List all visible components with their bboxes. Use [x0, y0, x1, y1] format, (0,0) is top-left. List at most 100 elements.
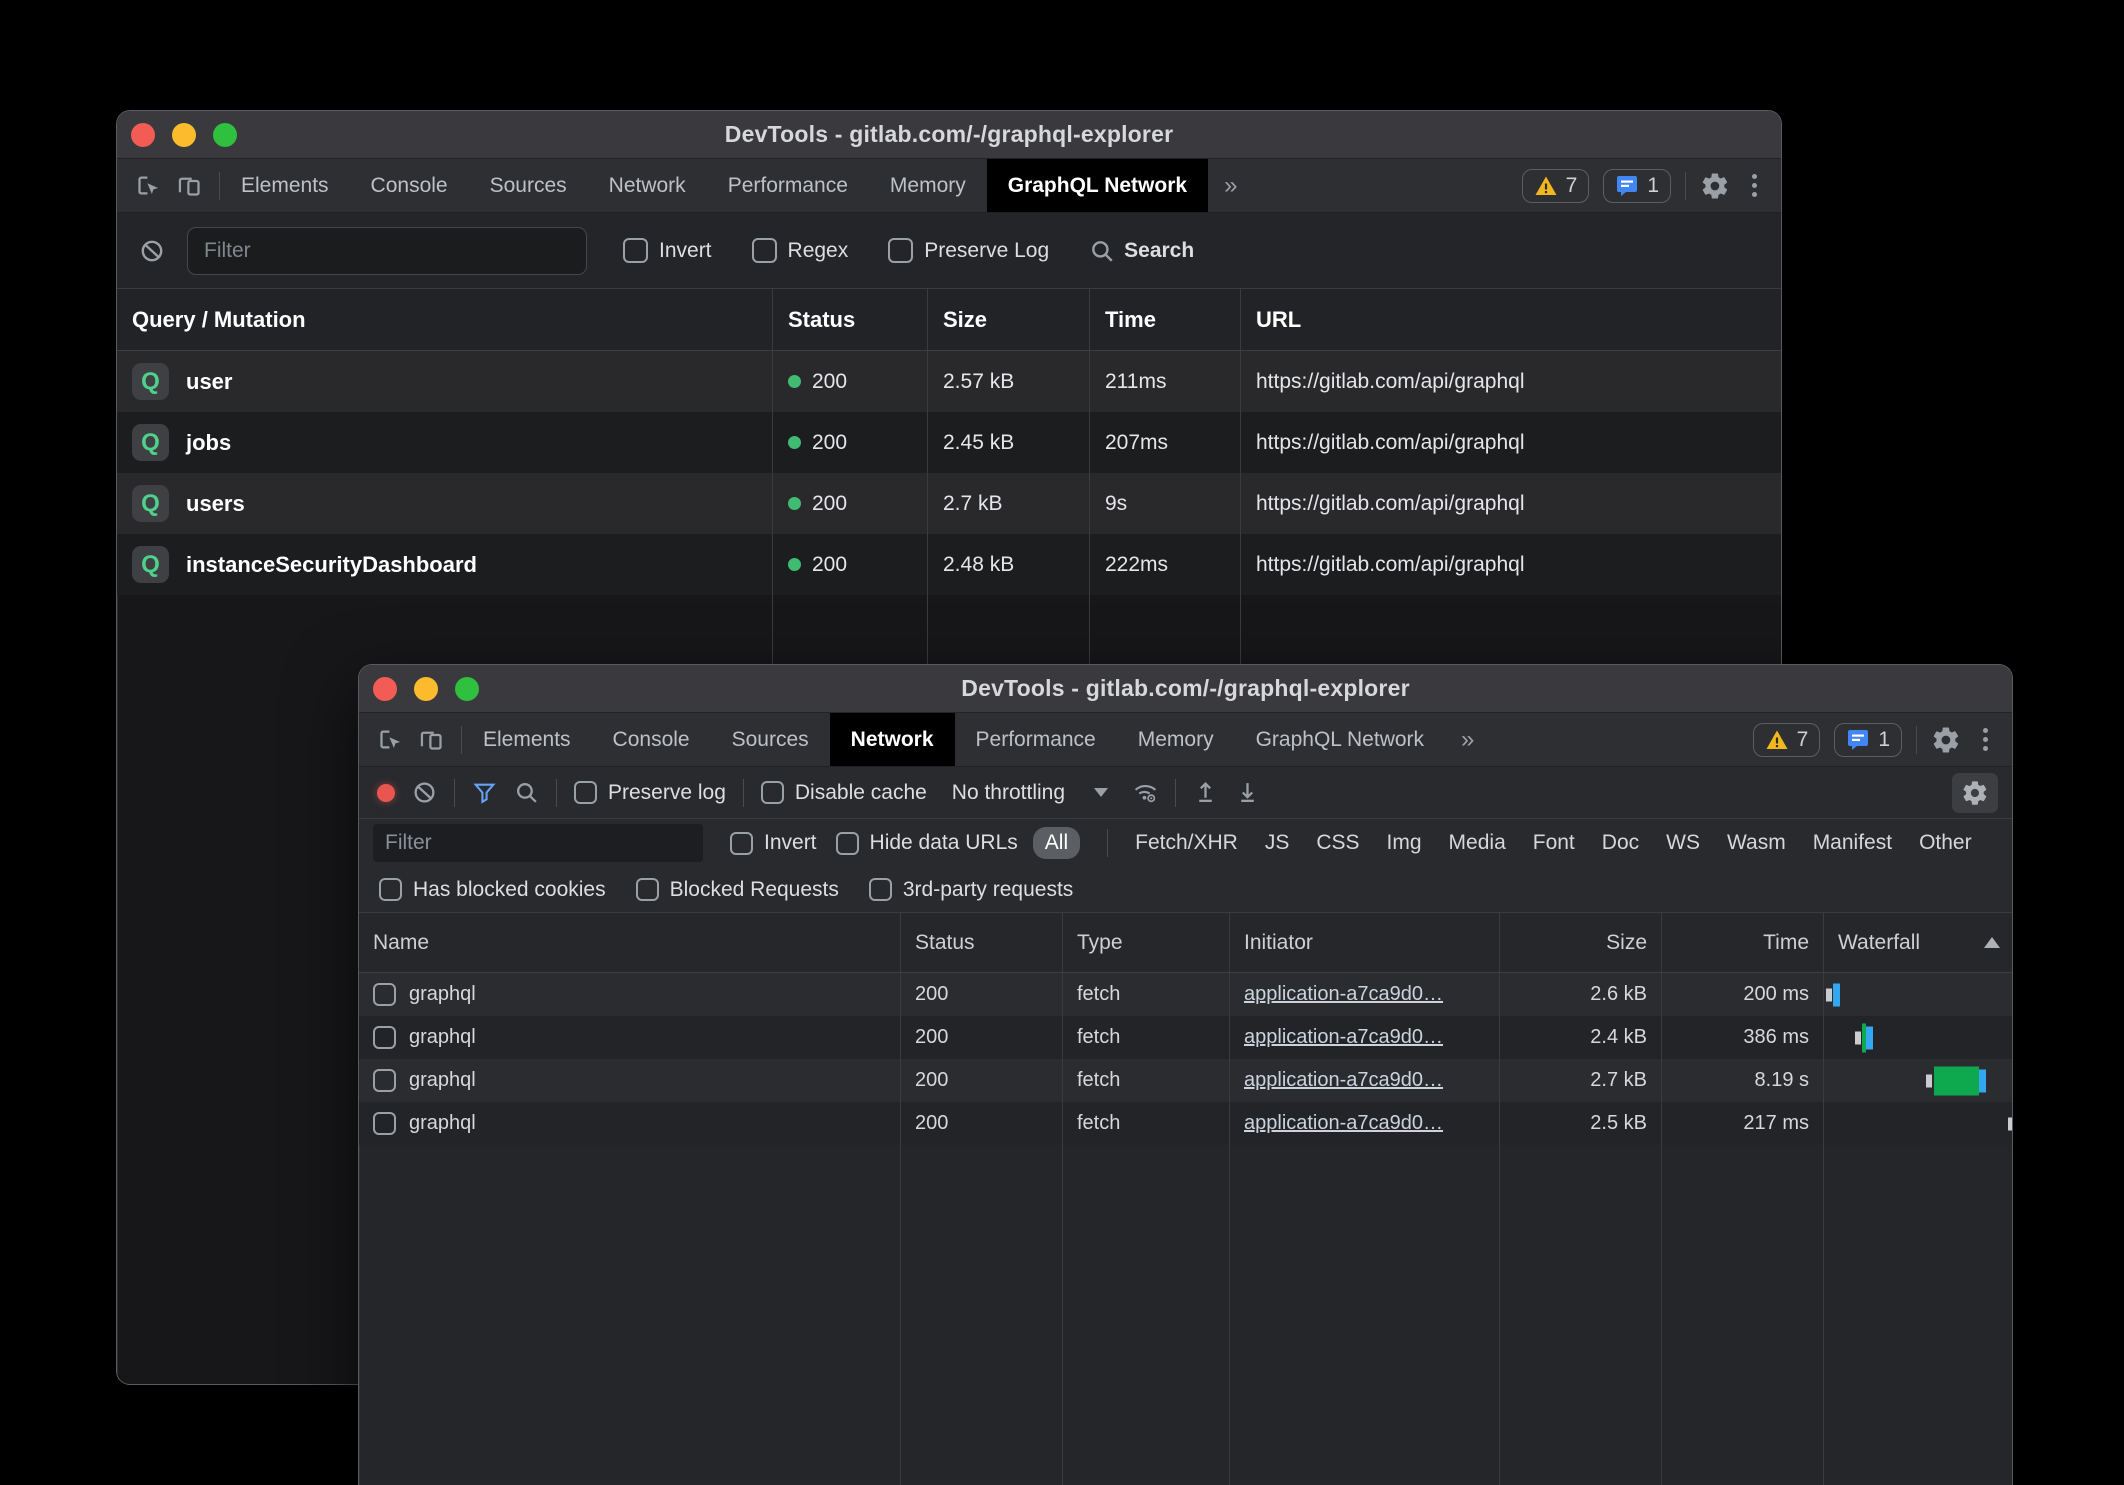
row-checkbox[interactable] [373, 983, 396, 1006]
filter-type-img[interactable]: Img [1387, 831, 1422, 855]
checkbox[interactable] [888, 238, 913, 263]
record-button[interactable] [377, 784, 395, 802]
filter-type-media[interactable]: Media [1449, 831, 1506, 855]
filter-input[interactable] [373, 824, 703, 862]
inspect-element-icon[interactable] [377, 726, 404, 753]
title-bar[interactable]: DevTools - gitlab.com/-/graphql-explorer [359, 665, 2012, 713]
initiator-link[interactable]: application-a7ca9d0… [1244, 1026, 1443, 1049]
column-header-waterfall[interactable]: Waterfall [1823, 913, 2012, 972]
device-toolbar-icon[interactable] [418, 726, 445, 753]
kebab-menu-icon[interactable] [1744, 170, 1765, 201]
filter-type-fetch-xhr[interactable]: Fetch/XHR [1135, 831, 1238, 855]
settings-gear-icon[interactable] [1931, 725, 1961, 755]
tab-elements[interactable]: Elements [220, 159, 350, 212]
issues-badge[interactable]: 1 [1834, 723, 1902, 757]
initiator-link[interactable]: application-a7ca9d0… [1244, 1069, 1443, 1092]
checkbox[interactable] [636, 878, 659, 901]
network-conditions-icon[interactable] [1133, 780, 1158, 805]
third-party-requests-checkbox[interactable]: 3rd-party requests [869, 878, 1073, 902]
filter-funnel-icon[interactable] [472, 780, 497, 805]
title-bar[interactable]: DevTools - gitlab.com/-/graphql-explorer [117, 111, 1781, 159]
filter-type-manifest[interactable]: Manifest [1813, 831, 1892, 855]
column-header-url[interactable]: URL [1240, 289, 1781, 350]
column-header-status[interactable]: Status [772, 289, 927, 350]
column-header-size[interactable]: Size [1499, 913, 1661, 972]
tab-graphql-network[interactable]: GraphQL Network [1235, 713, 1445, 766]
checkbox[interactable] [869, 878, 892, 901]
waterfall-cell[interactable] [1823, 1016, 2012, 1059]
more-tabs-icon[interactable]: » [1445, 713, 1490, 766]
table-row[interactable]: graphql 200 fetch application-a7ca9d0… 2… [359, 1059, 2012, 1102]
tab-console[interactable]: Console [350, 159, 469, 212]
tab-memory[interactable]: Memory [1117, 713, 1235, 766]
kebab-menu-icon[interactable] [1975, 724, 1996, 755]
warnings-badge[interactable]: 7 [1753, 723, 1821, 757]
device-toolbar-icon[interactable] [176, 172, 203, 199]
invert-checkbox[interactable]: Invert [623, 238, 712, 263]
zoom-button[interactable] [213, 123, 237, 147]
export-har-icon[interactable] [1235, 780, 1260, 805]
close-button[interactable] [373, 677, 397, 701]
row-checkbox[interactable] [373, 1026, 396, 1049]
clear-icon[interactable] [412, 780, 437, 805]
invert-checkbox[interactable]: Invert [730, 831, 817, 855]
waterfall-cell[interactable] [1823, 1059, 2012, 1102]
tab-network[interactable]: Network [588, 159, 707, 212]
checkbox[interactable] [623, 238, 648, 263]
tab-network[interactable]: Network [830, 713, 955, 766]
disable-cache-checkbox[interactable]: Disable cache [761, 781, 927, 805]
more-tabs-icon[interactable]: » [1208, 159, 1253, 212]
preserve-log-checkbox[interactable]: Preserve Log [888, 238, 1049, 263]
filter-type-css[interactable]: CSS [1316, 831, 1359, 855]
checkbox[interactable] [379, 878, 402, 901]
import-har-icon[interactable] [1193, 780, 1218, 805]
table-row[interactable]: graphql 200 fetch application-a7ca9d0… 2… [359, 1016, 2012, 1059]
minimize-button[interactable] [172, 123, 196, 147]
clear-icon[interactable] [139, 238, 165, 264]
search-button[interactable]: Search [1089, 238, 1194, 264]
issues-badge[interactable]: 1 [1603, 169, 1671, 203]
table-row[interactable]: Qusers 200 2.7 kB 9s https://gitlab.com/… [117, 473, 1781, 534]
tab-sources[interactable]: Sources [711, 713, 830, 766]
blocked-requests-checkbox[interactable]: Blocked Requests [636, 878, 839, 902]
filter-type-ws[interactable]: WS [1666, 831, 1700, 855]
tab-graphql-network[interactable]: GraphQL Network [987, 159, 1208, 212]
waterfall-cell[interactable] [1823, 1102, 2012, 1145]
settings-gear-icon[interactable] [1700, 171, 1730, 201]
column-header-status[interactable]: Status [900, 913, 1062, 972]
initiator-link[interactable]: application-a7ca9d0… [1244, 983, 1443, 1006]
regex-checkbox[interactable]: Regex [752, 238, 849, 263]
waterfall-cell[interactable] [1823, 973, 2012, 1016]
column-header-type[interactable]: Type [1062, 913, 1229, 972]
table-row[interactable]: Qjobs 200 2.45 kB 207ms https://gitlab.c… [117, 412, 1781, 473]
column-header-time[interactable]: Time [1089, 289, 1240, 350]
filter-type-doc[interactable]: Doc [1602, 831, 1639, 855]
table-row[interactable]: graphql 200 fetch application-a7ca9d0… 2… [359, 1102, 2012, 1145]
has-blocked-cookies-checkbox[interactable]: Has blocked cookies [379, 878, 606, 902]
column-header-query-mutation[interactable]: Query / Mutation [117, 289, 772, 350]
row-checkbox[interactable] [373, 1112, 396, 1135]
row-checkbox[interactable] [373, 1069, 396, 1092]
warnings-badge[interactable]: 7 [1522, 169, 1590, 203]
tab-performance[interactable]: Performance [955, 713, 1117, 766]
column-header-size[interactable]: Size [927, 289, 1089, 350]
checkbox[interactable] [752, 238, 777, 263]
table-row[interactable]: Quser 200 2.57 kB 211ms https://gitlab.c… [117, 351, 1781, 412]
minimize-button[interactable] [414, 677, 438, 701]
checkbox[interactable] [836, 832, 859, 855]
tab-console[interactable]: Console [592, 713, 711, 766]
search-icon[interactable] [514, 780, 539, 805]
close-button[interactable] [131, 123, 155, 147]
filter-type-font[interactable]: Font [1533, 831, 1575, 855]
table-row[interactable]: graphql 200 fetch application-a7ca9d0… 2… [359, 973, 2012, 1016]
inspect-element-icon[interactable] [135, 172, 162, 199]
filter-type-other[interactable]: Other [1919, 831, 1972, 855]
filter-type-js[interactable]: JS [1265, 831, 1290, 855]
network-settings-button[interactable] [1952, 773, 1998, 813]
tab-sources[interactable]: Sources [469, 159, 588, 212]
tab-memory[interactable]: Memory [869, 159, 987, 212]
table-row[interactable]: QinstanceSecurityDashboard 200 2.48 kB 2… [117, 534, 1781, 595]
filter-type-all[interactable]: All [1033, 827, 1080, 859]
checkbox[interactable] [574, 781, 597, 804]
column-header-initiator[interactable]: Initiator [1229, 913, 1499, 972]
